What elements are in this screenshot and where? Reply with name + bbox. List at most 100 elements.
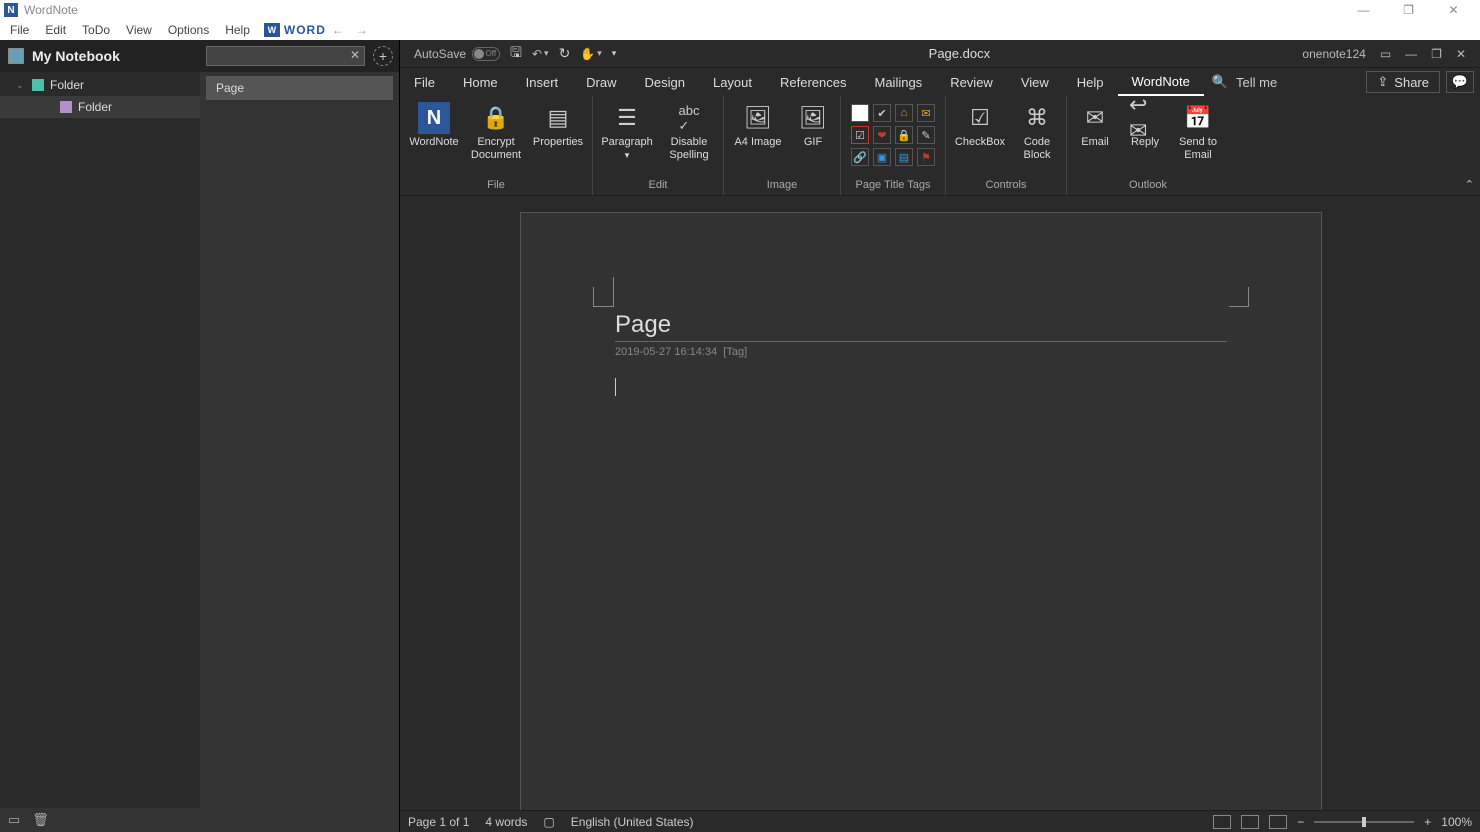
comments-button[interactable]: 💬 (1446, 71, 1474, 93)
tag-book-icon[interactable]: ▤ (895, 148, 913, 166)
autosave-label: AutoSave (414, 47, 466, 61)
tag-lock-icon[interactable]: 🔒 (895, 126, 913, 144)
document-canvas[interactable]: Page 2019-05-27 16:14:34 [Tag] (400, 196, 1480, 810)
code-block-button[interactable]: ⌘ Code Block (1014, 100, 1060, 162)
page-title-text[interactable]: Page (615, 311, 671, 339)
word-maximize-icon[interactable]: ❐ (1431, 47, 1442, 61)
tell-me-search[interactable]: 🔍 Tell me (1212, 68, 1277, 96)
tag-flag-icon[interactable]: ⚑ (917, 148, 935, 166)
a4-image-button[interactable]: 🖼 A4 Image (730, 100, 786, 149)
tag-white-icon[interactable] (851, 104, 869, 122)
collapse-ribbon-icon[interactable]: ⌃ (1465, 178, 1474, 191)
nav-forward-icon[interactable]: → (356, 23, 368, 37)
document-page[interactable]: Page 2019-05-27 16:14:34 [Tag] (520, 212, 1322, 810)
tab-design[interactable]: Design (631, 68, 699, 96)
status-language[interactable]: English (United States) (571, 815, 694, 829)
zoom-in-button[interactable]: + (1424, 815, 1431, 829)
ribbon-display-icon[interactable]: ▭ (1380, 47, 1391, 61)
tree-folder-2[interactable]: Folder (0, 96, 200, 118)
tag-link-icon[interactable]: 🔗 (851, 148, 869, 166)
encrypt-button-label: Encrypt Document (468, 136, 524, 162)
send-to-email-button[interactable]: 📅 Send to Email (1173, 100, 1223, 162)
account-name[interactable]: onenote124 (1302, 47, 1365, 61)
group-edit-label: Edit (593, 177, 723, 195)
status-words[interactable]: 4 words (485, 815, 527, 829)
clear-search-icon[interactable]: ✕ (350, 48, 360, 62)
web-layout-icon[interactable] (1269, 815, 1287, 829)
group-file-label: File (400, 177, 592, 195)
tab-file[interactable]: File (400, 68, 449, 96)
save-icon[interactable]: 🖫 (510, 42, 522, 66)
tag-mail-icon[interactable]: ✉ (917, 104, 935, 122)
zoom-slider[interactable] (1314, 821, 1414, 823)
window-minimize-button[interactable]: — (1341, 3, 1386, 17)
window-maximize-button[interactable]: ❐ (1386, 3, 1431, 17)
reply-button[interactable]: ↩✉ Reply (1123, 100, 1167, 149)
paragraph-button[interactable]: ☰ Paragraph▾ (599, 100, 655, 162)
tree-folder-1[interactable]: ⌄ Folder (0, 74, 200, 96)
window-controls: — ❐ ✕ (1341, 3, 1476, 17)
menu-file[interactable]: File (2, 21, 37, 39)
checkbox-button[interactable]: ☑ CheckBox (952, 100, 1008, 149)
add-page-button[interactable]: + (373, 46, 393, 66)
word-minimize-icon[interactable]: — (1405, 47, 1417, 61)
tag-home-icon[interactable]: ⌂ (895, 104, 913, 122)
app-menubar: File Edit ToDo View Options Help W WORD … (0, 20, 1480, 40)
ribbon-group-file: N WordNote 🔒 Encrypt Document ▤ Properti… (400, 96, 593, 195)
undo-button[interactable]: ↶▾ (532, 47, 549, 61)
disable-spelling-button[interactable]: abc✓ Disable Spelling (661, 100, 717, 162)
tab-home[interactable]: Home (449, 68, 512, 96)
word-close-icon[interactable]: ✕ (1456, 47, 1466, 61)
menu-todo[interactable]: ToDo (74, 21, 118, 39)
group-tags-label: Page Title Tags (841, 177, 945, 195)
notebook-header[interactable]: My Notebook (0, 40, 200, 72)
tab-references[interactable]: References (766, 68, 860, 96)
menu-options[interactable]: Options (160, 21, 217, 39)
menu-edit[interactable]: Edit (37, 21, 74, 39)
page-list-item[interactable]: Page (206, 76, 393, 100)
ribbon-group-outlook: ✉ Email ↩✉ Reply 📅 Send to Email Outlook (1067, 96, 1229, 195)
tab-review[interactable]: Review (936, 68, 1007, 96)
encrypt-document-button[interactable]: 🔒 Encrypt Document (468, 100, 524, 162)
gif-button[interactable]: 🖼 GIF (792, 100, 834, 149)
touch-mode-button[interactable]: ✋▾ (580, 47, 601, 61)
tab-help[interactable]: Help (1063, 68, 1118, 96)
tag-pen-icon[interactable]: ✎ (917, 126, 935, 144)
tab-mailings[interactable]: Mailings (861, 68, 937, 96)
read-mode-icon[interactable] (1213, 815, 1231, 829)
page-search-input[interactable]: ✕ (206, 46, 365, 66)
ribbon-body: N WordNote 🔒 Encrypt Document ▤ Properti… (400, 96, 1480, 196)
menu-help[interactable]: Help (217, 21, 258, 39)
tag-check-icon[interactable]: ✔ (873, 104, 891, 122)
tab-draw[interactable]: Draw (572, 68, 630, 96)
share-button[interactable]: ⇪ Share (1366, 71, 1440, 93)
folder-icon (60, 101, 72, 113)
window-close-button[interactable]: ✕ (1431, 3, 1476, 17)
zoom-level[interactable]: 100% (1441, 815, 1472, 829)
menu-view[interactable]: View (118, 21, 160, 39)
wordnote-button[interactable]: N WordNote (406, 100, 462, 149)
redo-icon[interactable]: ↻ (559, 45, 571, 62)
word-launcher[interactable]: W WORD (264, 23, 326, 37)
print-layout-icon[interactable] (1241, 815, 1259, 829)
tag-heart-icon[interactable]: ❤ (873, 126, 891, 144)
page-tag[interactable]: [Tag] (723, 346, 747, 358)
tab-layout[interactable]: Layout (699, 68, 766, 96)
note-icon[interactable]: ▭ (8, 812, 20, 828)
tab-view[interactable]: View (1007, 68, 1063, 96)
autosave-toggle[interactable]: AutoSave Off (414, 47, 500, 61)
tag-image-icon[interactable]: ▣ (873, 148, 891, 166)
zoom-out-button[interactable]: − (1297, 815, 1304, 829)
properties-button[interactable]: ▤ Properties (530, 100, 586, 149)
tag-gallery[interactable]: ✔ ⌂ ✉ ☑ ❤ 🔒 ✎ 🔗 ▣ ▤ ⚑ (847, 100, 939, 170)
share-icon: ⇪ (1377, 74, 1388, 90)
tab-insert[interactable]: Insert (512, 68, 573, 96)
status-proofing-icon[interactable]: ▢ (543, 815, 554, 829)
tag-red-check-icon[interactable]: ☑ (851, 126, 869, 144)
ribbon-group-edit: ☰ Paragraph▾ abc✓ Disable Spelling Edit (593, 96, 724, 195)
properties-button-label: Properties (533, 136, 583, 149)
nav-back-icon[interactable]: ← (332, 23, 344, 37)
trash-icon[interactable]: 🗑 (32, 812, 49, 828)
email-button[interactable]: ✉ Email (1073, 100, 1117, 149)
status-page[interactable]: Page 1 of 1 (408, 815, 469, 829)
